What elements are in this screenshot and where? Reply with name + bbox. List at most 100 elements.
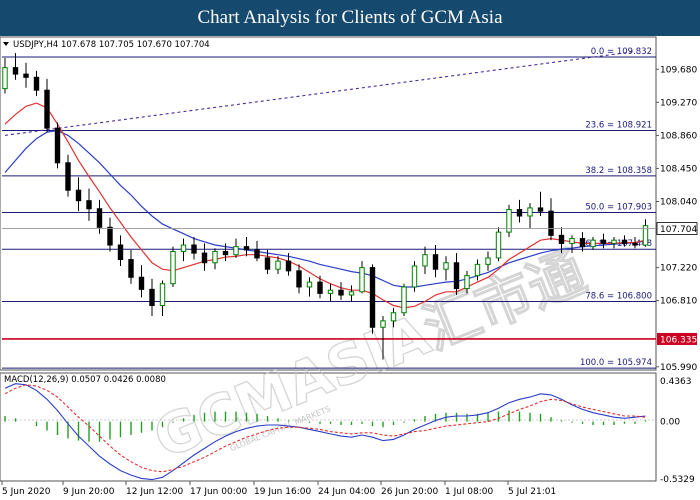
time-tick-label: 1 Jul 08:00 — [445, 487, 494, 497]
time-tick-label: 19 Jun 16:00 — [254, 487, 311, 497]
candle-body — [254, 249, 260, 259]
fib-label: 100.0 = 105.974 — [580, 358, 652, 368]
fib-label: 50.0 = 107.903 — [585, 203, 652, 213]
candle-body — [212, 250, 218, 264]
candle-body — [138, 276, 145, 290]
macd-tick-label: -0.5329 — [660, 475, 695, 485]
candle-body — [348, 291, 355, 296]
candle-body — [191, 244, 197, 254]
candle-body — [474, 263, 481, 277]
candle-body — [443, 262, 449, 270]
time-tick-label: 24 Jun 04:00 — [318, 487, 375, 497]
candle-body — [327, 289, 334, 294]
candle-body — [33, 76, 40, 91]
candle-body — [65, 162, 71, 191]
time-axis: 5 Jun 2020 9 Jun 20:00 12 Jun 12:00 17 Jun … — [1, 481, 556, 497]
candle-body — [180, 244, 187, 252]
price-tick-label: 107.220 — [660, 264, 697, 274]
fib-label: 38.2 = 108.358 — [585, 166, 652, 176]
candle-body — [44, 89, 50, 129]
candle-body — [275, 260, 281, 270]
candle-body — [453, 262, 460, 290]
candle-body — [611, 239, 617, 244]
candle-body — [306, 281, 313, 288]
candle-body — [548, 210, 554, 236]
candle-body — [632, 242, 638, 246]
time-tick-label: 26 Jun 20:00 — [381, 487, 438, 497]
price-tick-label: 108.860 — [660, 131, 697, 141]
candle-body — [54, 127, 61, 164]
candle-body — [23, 73, 29, 78]
macd-tick-label: 0.4363 — [660, 377, 692, 387]
candle-body — [558, 234, 565, 244]
candle-body — [579, 238, 586, 248]
price-tick-label: 108.450 — [660, 164, 697, 174]
candle-body — [527, 207, 533, 217]
time-tick-label: 12 Jun 12:00 — [126, 487, 183, 497]
candle-body — [495, 231, 502, 259]
candle-body — [159, 283, 166, 306]
price-labels: 107.704 — [2, 222, 697, 235]
time-tick-label: 5 Jul 21:01 — [508, 487, 556, 497]
candle-body — [233, 246, 239, 256]
trendline-line — [4, 50, 636, 136]
candle-body — [170, 250, 176, 285]
candle-body — [264, 257, 271, 270]
candle-body — [401, 286, 407, 314]
fibonacci-levels: 0.0 = 109.832 23.6 = 108.921 38.2 = 108.35… — [2, 47, 656, 369]
current-price-label: 107.704 — [660, 225, 697, 235]
candle-body — [380, 320, 386, 328]
candle-body — [569, 238, 575, 244]
candle-body — [128, 259, 134, 278]
macd-axis: 0.4363 0.00 -0.5329 — [660, 377, 695, 485]
chart-canvas: GCMASIA汇市通 GLOBAL CAPITAL MARKETS 0.0 = … — [0, 36, 697, 497]
candle-body — [621, 239, 628, 244]
candle-body — [12, 67, 19, 75]
candle-body — [432, 254, 439, 270]
candle-body — [86, 200, 92, 210]
candle-body — [296, 270, 302, 288]
candle-body — [411, 265, 418, 288]
candle-body — [485, 257, 491, 265]
candle-body — [390, 312, 397, 322]
banner-title: Chart Analysis for Clients of GCM Asia — [197, 7, 503, 28]
price-panel-frame — [0, 36, 657, 371]
time-tick-label: 5 Jun 2020 — [2, 487, 51, 497]
time-tick-label: 17 Jun 00:00 — [190, 487, 247, 497]
price-tick-label: 109.270 — [660, 98, 697, 108]
price-axis: 109.680 109.270 108.860 108.450 108.040 107.2… — [656, 65, 697, 373]
trendline — [4, 50, 636, 136]
candle-body — [149, 288, 155, 306]
candle-body — [201, 252, 208, 264]
candle-body — [285, 260, 292, 272]
fib-label: 23.6 = 108.921 — [585, 120, 652, 130]
candle-body — [464, 275, 470, 290]
price-tick-label: 108.040 — [660, 197, 697, 207]
candle-body — [422, 254, 428, 267]
candle-body — [590, 239, 596, 248]
support-label: 106.335 — [660, 335, 697, 345]
candle-body — [75, 189, 82, 202]
candle-body — [317, 281, 323, 294]
macd-tick-label: 0.00 — [660, 418, 680, 428]
candle-body — [96, 208, 103, 228]
price-tick-label: 109.680 — [660, 65, 697, 75]
price-tick-label: 106.810 — [660, 297, 697, 307]
price-tick-label: 105.990 — [660, 363, 697, 373]
candle-body — [107, 226, 113, 246]
candle-body — [516, 209, 523, 217]
candle-body — [2, 67, 8, 90]
price-chart-header: USDJPY,H4 107.678 107.705 107.670 107.70… — [13, 40, 210, 50]
candle-body — [117, 244, 124, 261]
fib-label: 78.6 = 106.800 — [585, 291, 652, 301]
candle-body — [359, 267, 365, 293]
fib-label: 0.0 = 109.832 — [591, 47, 652, 57]
candle-body — [537, 207, 544, 212]
chart-menu-icon[interactable] — [3, 42, 9, 46]
candle-body — [222, 250, 229, 256]
candle-body — [369, 267, 376, 328]
candle-body — [600, 239, 607, 244]
time-tick-label: 9 Jun 20:00 — [63, 487, 115, 497]
candle-body — [243, 246, 250, 251]
macd-header: MACD(12,26,9) 0.0507 0.0426 0.0080 — [4, 375, 166, 385]
